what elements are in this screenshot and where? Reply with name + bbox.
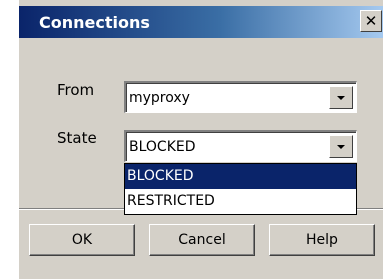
from-label: From xyxy=(57,81,95,99)
state-dropdown-list[interactable]: BLOCKED RESTRICTED xyxy=(124,163,357,215)
state-value: BLOCKED xyxy=(129,139,196,155)
title-bar[interactable]: Connections ✕ xyxy=(19,6,383,38)
state-label: State xyxy=(57,129,97,147)
chevron-down-icon xyxy=(337,145,345,149)
from-combobox[interactable]: myproxy xyxy=(124,81,357,113)
from-value: myproxy xyxy=(129,90,190,106)
ok-button[interactable]: OK xyxy=(29,224,135,256)
from-dropdown-button[interactable] xyxy=(329,86,353,109)
close-button[interactable]: ✕ xyxy=(360,10,382,32)
cancel-button[interactable]: Cancel xyxy=(149,224,255,256)
close-icon: ✕ xyxy=(364,12,378,30)
window-title: Connections xyxy=(39,13,150,32)
dropdown-option-blocked[interactable]: BLOCKED xyxy=(125,164,356,189)
help-button[interactable]: Help xyxy=(269,224,375,256)
state-dropdown-button[interactable] xyxy=(329,135,353,158)
state-combobox[interactable]: BLOCKED xyxy=(124,130,357,162)
dropdown-option-restricted[interactable]: RESTRICTED xyxy=(125,189,356,214)
connections-dialog: Connections ✕ From myproxy State BLOCKED… xyxy=(18,0,383,279)
chevron-down-icon xyxy=(337,96,345,100)
